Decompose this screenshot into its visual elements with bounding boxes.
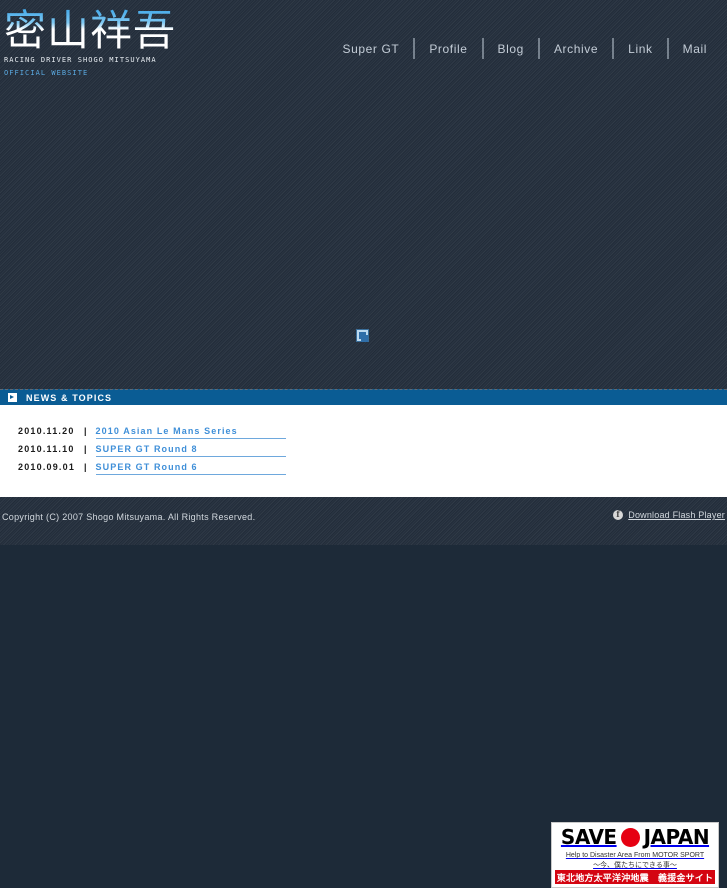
download-flash-player-link[interactable]: Download Flash Player	[628, 510, 725, 520]
logo-kanji-title: 密山祥吾	[4, 8, 264, 54]
nav-item-mail[interactable]: Mail	[669, 42, 721, 56]
flash-player-icon	[613, 509, 624, 520]
page-root: 密山祥吾 RACING DRIVER SHOGO MITSUYAMA OFFIC…	[0, 0, 727, 888]
news-date: 2010.11.20	[18, 426, 75, 436]
banner-subtitle-en: Help to Disaster Area From MOTOR SPORT	[565, 852, 705, 859]
japan-flag-circle-icon	[620, 827, 640, 847]
nav-item-link[interactable]: Link	[614, 42, 666, 56]
list-item: 2010.11.20 | 2010 Asian Le Mans Series	[18, 426, 286, 444]
nav-item-super-gt[interactable]: Super GT	[328, 42, 413, 56]
news-separator: |	[84, 444, 87, 454]
banner-subtitle-jp: 〜今、僕たちにできる事〜	[593, 861, 677, 869]
news-separator: |	[84, 462, 87, 472]
main-navigation: Super GT Profile Blog Archive Link Mail	[328, 38, 721, 59]
banner-word-japan: JAPAN	[643, 825, 710, 849]
site-footer: Copyright (C) 2007 Shogo Mitsuyama. All …	[0, 497, 727, 545]
news-section-header: NEWS & TOPICS	[0, 389, 727, 405]
list-item: 2010.09.01 | SUPER GT Round 6	[18, 462, 286, 480]
content-panel: 2010.11.20 | 2010 Asian Le Mans Series 2…	[0, 405, 727, 888]
news-section-title: NEWS & TOPICS	[26, 392, 113, 403]
news-list: 2010.11.20 | 2010 Asian Le Mans Series 2…	[18, 426, 286, 480]
news-separator: |	[84, 426, 87, 436]
site-logo[interactable]: 密山祥吾 RACING DRIVER SHOGO MITSUYAMA OFFIC…	[4, 8, 264, 78]
news-date: 2010.11.10	[18, 444, 75, 454]
save-japan-banner[interactable]: SAVE JAPAN Help to Disaster Area From MO…	[551, 822, 719, 888]
logo-tagline: OFFICIAL WEBSITE	[4, 69, 89, 77]
site-header: 密山祥吾 RACING DRIVER SHOGO MITSUYAMA OFFIC…	[0, 0, 727, 100]
news-link[interactable]: 2010 Asian Le Mans Series	[95, 426, 286, 439]
arrow-right-icon	[8, 393, 17, 402]
banner-headline: SAVE JAPAN	[552, 823, 718, 851]
flash-stage	[0, 100, 727, 389]
news-date: 2010.09.01	[18, 462, 76, 472]
copyright-text: Copyright (C) 2007 Shogo Mitsuyama. All …	[2, 512, 256, 522]
nav-item-profile[interactable]: Profile	[415, 42, 481, 56]
banner-cta-bar: 東北地方太平洋沖地震 義援金サイト	[555, 870, 715, 884]
banner-word-save: SAVE	[560, 825, 617, 849]
logo-subtitle: RACING DRIVER SHOGO MITSUYAMA	[4, 56, 157, 64]
nav-item-blog[interactable]: Blog	[484, 42, 538, 56]
news-link[interactable]: SUPER GT Round 6	[95, 462, 286, 475]
news-link[interactable]: SUPER GT Round 8	[95, 444, 286, 457]
flash-download-group: Download Flash Player	[613, 509, 725, 520]
list-item: 2010.11.10 | SUPER GT Round 8	[18, 444, 286, 462]
nav-item-archive[interactable]: Archive	[540, 42, 612, 56]
broken-image-glyph	[359, 332, 366, 339]
broken-image-icon	[356, 329, 369, 342]
